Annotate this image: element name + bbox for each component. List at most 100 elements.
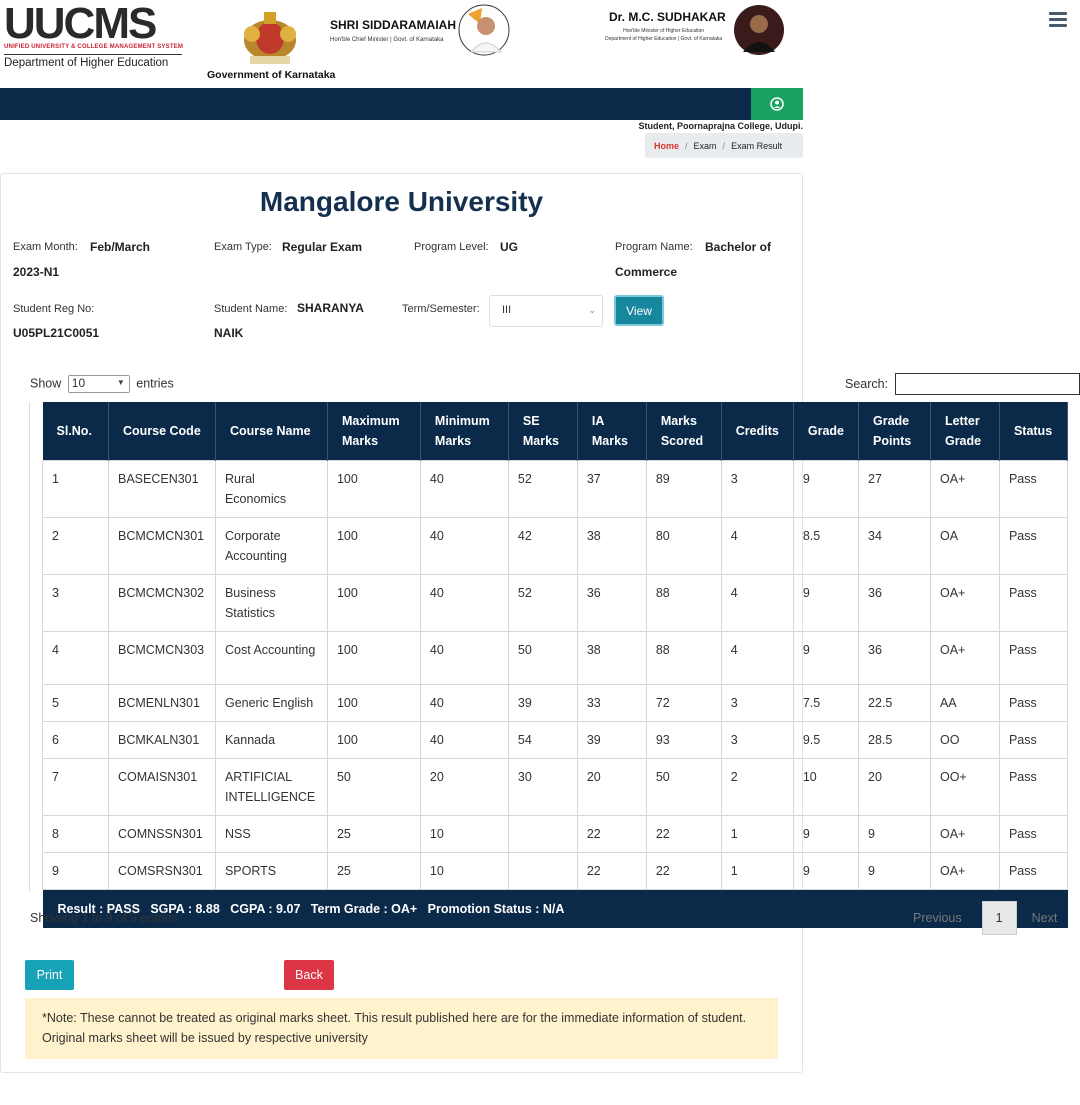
- table-cell: 100: [326, 721, 421, 759]
- table-cell: 88: [645, 631, 722, 685]
- table-row: 7 COMAISN301 ARTIFICIAL INTELLIGENCE 50 20 30…: [42, 758, 1069, 816]
- column-header[interactable]: Grade Points: [858, 402, 931, 461]
- minister-he-role: Hon'ble Minister of Higher Education Dep…: [605, 27, 722, 43]
- table-cell: BASECEN301: [107, 460, 216, 518]
- user-menu-button[interactable]: [751, 88, 803, 120]
- table-cell: 8.5: [792, 517, 860, 575]
- column-header[interactable]: Minimum Marks: [420, 402, 509, 461]
- column-header[interactable]: Grade: [793, 402, 860, 461]
- result-table: Sl.No. Course Code Course Name Maximum Marks…: [42, 402, 1069, 928]
- view-button[interactable]: View: [614, 295, 664, 326]
- table-cell: 28.5: [858, 721, 931, 759]
- breadcrumb-home[interactable]: Home: [654, 141, 679, 151]
- table-cell: 22: [645, 852, 722, 890]
- column-header[interactable]: Credits: [721, 402, 794, 461]
- column-header-label: Points: [873, 434, 912, 448]
- table-cell: Corporate Accounting: [214, 517, 328, 575]
- table-cell: 52: [507, 460, 578, 518]
- table-cell: 20: [858, 758, 931, 816]
- table-cell: 5: [42, 684, 109, 722]
- column-header[interactable]: Sl.No.: [42, 402, 109, 461]
- table-cell: 30: [507, 758, 578, 816]
- entries-label: entries: [136, 376, 174, 391]
- table-cell: OA: [929, 517, 1000, 575]
- entries-select[interactable]: 10 ▼: [67, 375, 130, 393]
- table-cell: COMAISN301: [107, 758, 216, 816]
- menu-icon[interactable]: [1049, 12, 1067, 28]
- table-cell: OA+: [929, 815, 1000, 853]
- table-cell: 9: [858, 852, 931, 890]
- program-level-value: UG: [500, 240, 518, 254]
- column-header[interactable]: Marks Scored: [646, 402, 722, 461]
- table-cell: 1: [42, 460, 109, 518]
- column-header[interactable]: Letter Grade: [930, 402, 1000, 461]
- table-cell: 3: [720, 460, 794, 518]
- column-header[interactable]: Maximum Marks: [327, 402, 421, 461]
- table-cell: 40: [419, 721, 509, 759]
- breadcrumb-exam[interactable]: Exam: [694, 141, 717, 151]
- table-cell: 40: [419, 517, 509, 575]
- table-cell: 22: [576, 852, 647, 890]
- table-cell: OA+: [929, 631, 1000, 685]
- uucms-logo[interactable]: UUCMS UNIFIED UNIVERSITY & COLLEGE MANAG…: [4, 0, 184, 76]
- top-navbar: [0, 88, 803, 120]
- user-role-line: Student, Poornaprajna College, Udupi.: [638, 121, 803, 131]
- table-row: 6 BCMKALN301 Kannada 100 40 54 39 93 3 9.5 28.5 OO P…: [42, 721, 1069, 759]
- exam-month-value-cont: 2023-N1: [13, 265, 60, 279]
- logo-text: UUCMS: [4, 0, 157, 48]
- table-cell: 3: [42, 574, 109, 632]
- table-cell: Kannada: [214, 721, 328, 759]
- back-button[interactable]: Back: [284, 960, 334, 990]
- column-header-label: Marks: [522, 434, 560, 448]
- previous-page-button[interactable]: Previous: [913, 911, 962, 925]
- column-header-label: Marks: [434, 434, 472, 448]
- table-cell: OO+: [929, 758, 1000, 816]
- table-cell: Pass: [998, 631, 1069, 685]
- search-input[interactable]: [895, 373, 1080, 395]
- table-cell: 20: [576, 758, 647, 816]
- table-cell: 9: [42, 852, 109, 890]
- column-header[interactable]: Status: [999, 402, 1069, 461]
- table-cell: 100: [326, 684, 421, 722]
- program-name-label: Program Name:: [615, 241, 693, 253]
- table-cell: 100: [326, 460, 421, 518]
- column-header-label: Marks: [341, 434, 379, 448]
- minister-he-role-line1: Hon'ble Minister of Higher Education: [623, 28, 705, 34]
- table-cell: 1: [720, 852, 794, 890]
- table-cell: Pass: [998, 815, 1069, 853]
- table-cell: Pass: [998, 574, 1069, 632]
- table-cell: 22: [645, 815, 722, 853]
- table-cell: 36: [858, 574, 931, 632]
- column-header-label: Credits: [735, 424, 779, 438]
- column-header-label: Course Code: [122, 424, 201, 438]
- table-row: 5 BCMENLN301 Generic English 100 40 39 33 72 3 7.…: [42, 684, 1069, 722]
- table-cell: 100: [326, 574, 421, 632]
- table-cell: 38: [576, 631, 647, 685]
- table-cell: 100: [326, 631, 421, 685]
- column-header[interactable]: Course Name: [215, 402, 328, 461]
- table-row: 1 BASECEN301 Rural Economics 100 40 52 37 89 3 9 2…: [42, 460, 1069, 518]
- column-header[interactable]: Course Code: [108, 402, 216, 461]
- table-cell: BCMKALN301: [107, 721, 216, 759]
- table-body: 1 BASECEN301 Rural Economics 100 40 52 37 89 3 9 2…: [42, 460, 1069, 928]
- table-cell: 4: [720, 517, 794, 575]
- state-emblem-icon: [230, 4, 310, 68]
- term-select[interactable]: III ⌄: [489, 295, 603, 327]
- print-button[interactable]: Print: [25, 960, 74, 990]
- table-cell: 25: [326, 815, 421, 853]
- table-cell: 7: [42, 758, 109, 816]
- breadcrumb-exam-result: Exam Result: [731, 140, 783, 151]
- logo-dept: Department of Higher Education: [4, 54, 182, 69]
- next-page-button[interactable]: Next: [1032, 911, 1058, 925]
- table-cell: [507, 815, 578, 853]
- page-1-button[interactable]: 1: [981, 901, 1017, 935]
- table-cell: 52: [507, 574, 578, 632]
- column-header-label: SE: [522, 414, 540, 428]
- column-header[interactable]: IA Marks: [577, 402, 647, 461]
- chevron-down-icon: ⌄: [588, 305, 596, 315]
- table-cell: Business Statistics: [214, 574, 328, 632]
- table-cell: 1: [720, 815, 794, 853]
- exam-month-value: Feb/March: [90, 240, 151, 254]
- table-cell: 36: [576, 574, 647, 632]
- column-header[interactable]: SE Marks: [508, 402, 578, 461]
